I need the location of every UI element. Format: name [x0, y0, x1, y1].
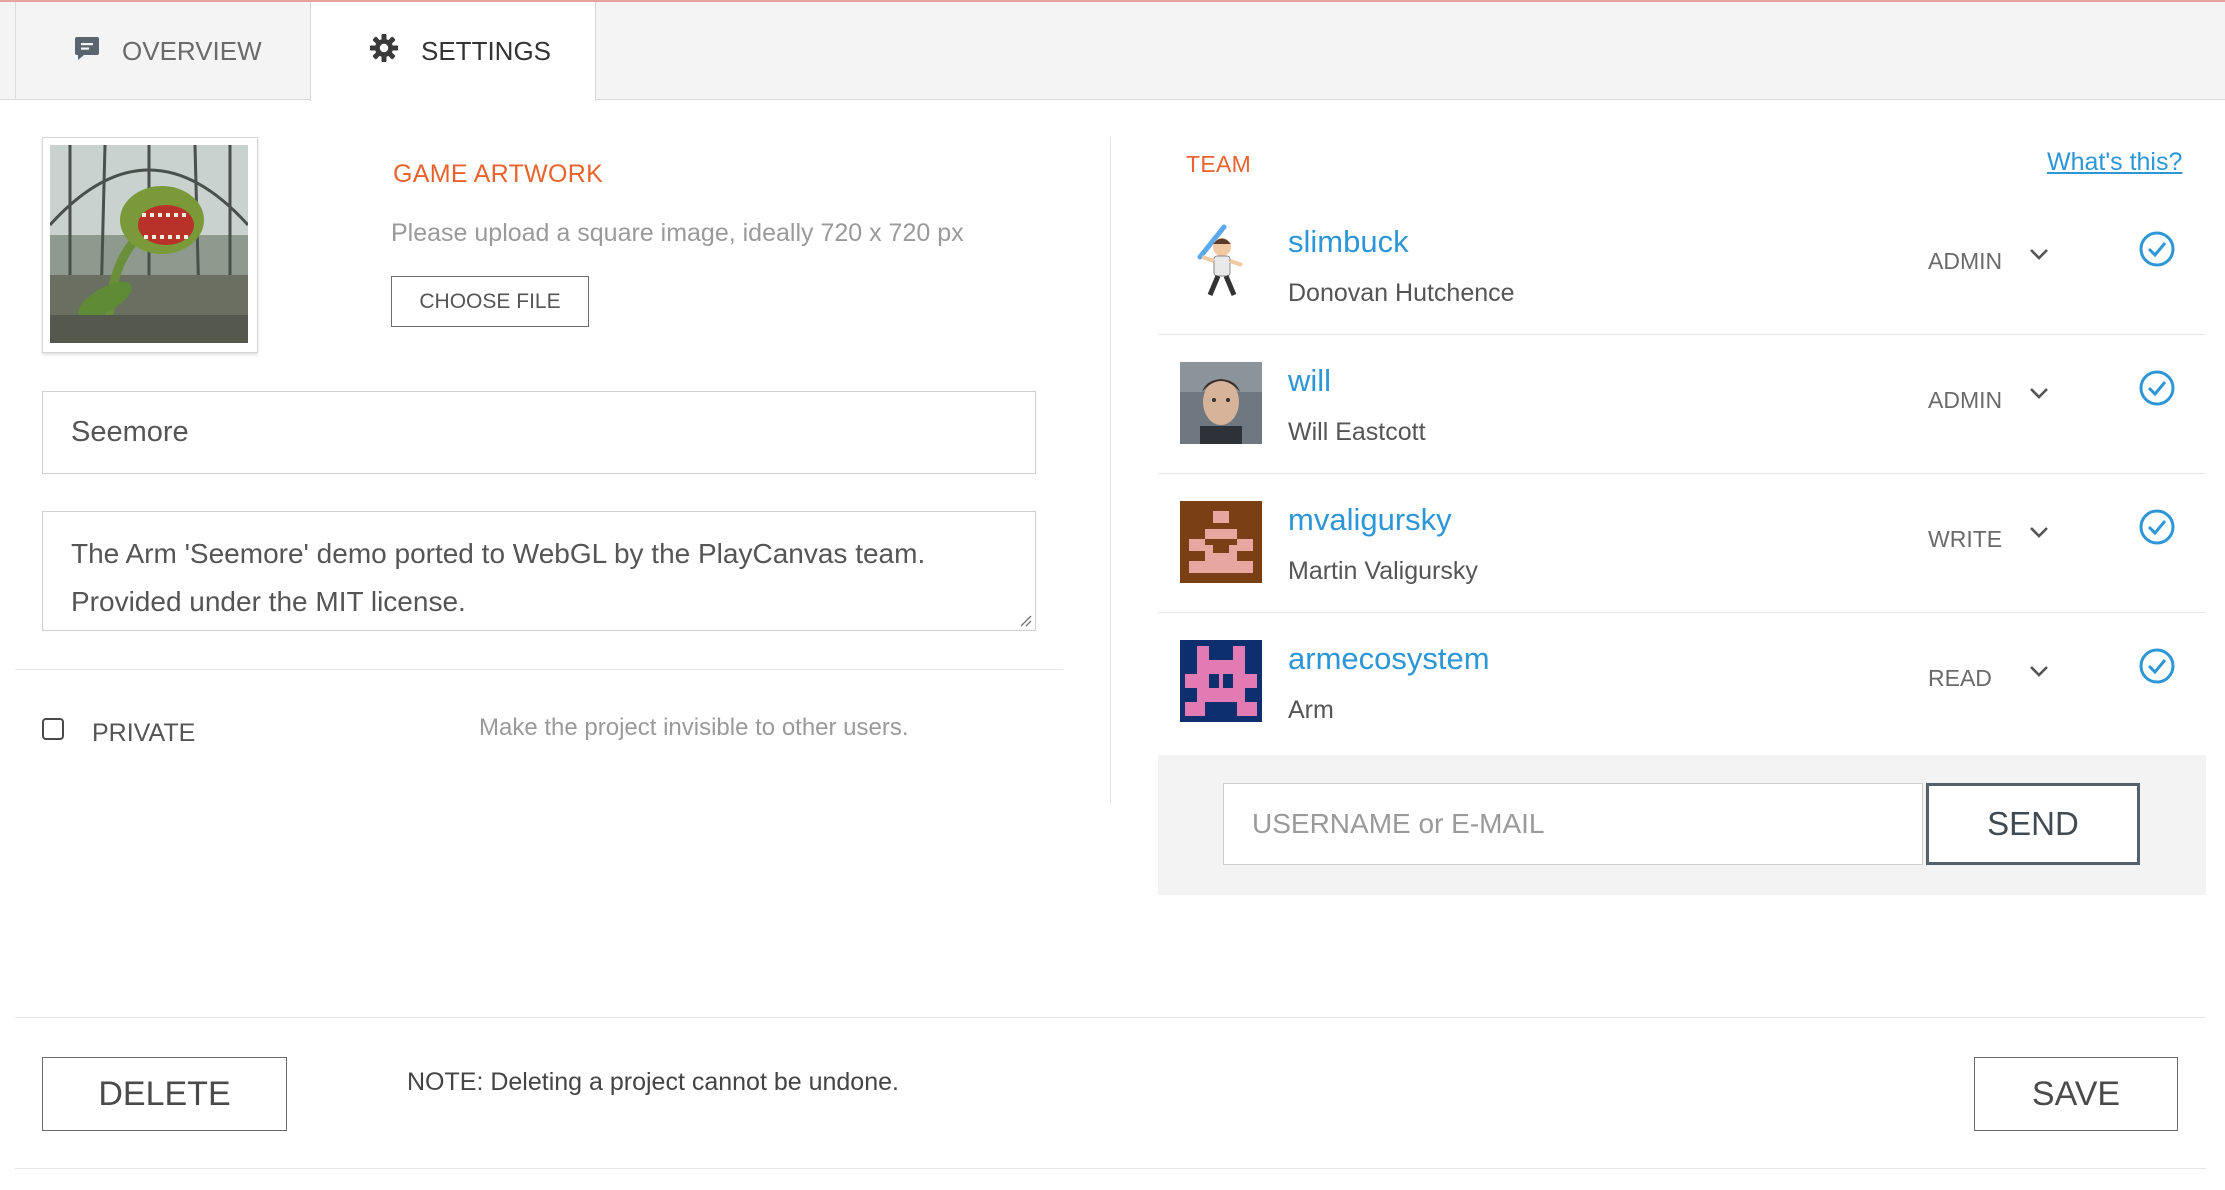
- check-circle-icon[interactable]: [2138, 369, 2176, 407]
- role-dropdown[interactable]: WRITE: [1928, 519, 2068, 559]
- role-value: ADMIN: [1928, 386, 2003, 413]
- game-artwork-title: GAME ARTWORK: [393, 160, 604, 188]
- team-member-row: slimbuck Donovan Hutchence ADMIN: [1158, 196, 2206, 335]
- role-value: READ: [1928, 664, 1992, 691]
- check-circle-icon[interactable]: [2138, 508, 2176, 546]
- delete-note: NOTE: Deleting a project cannot be undon…: [407, 1068, 899, 1096]
- left-section-divider: [15, 669, 1063, 670]
- tab-bar: OVERVIEW SETTINGS: [0, 2, 2225, 101]
- team-title: TEAM: [1186, 151, 1252, 177]
- project-description-value: The Arm 'Seemore' demo ported to WebGL b…: [71, 538, 926, 617]
- bottom-divider: [15, 1168, 2206, 1169]
- column-divider: [1110, 137, 1111, 805]
- team-member-name: Donovan Hutchence: [1288, 279, 1515, 307]
- team-member-username[interactable]: slimbuck: [1288, 224, 1409, 260]
- gear-icon: [369, 33, 399, 70]
- team-member-name: Martin Valigursky: [1288, 557, 1478, 585]
- team-member-name: Arm: [1288, 696, 1334, 724]
- role-dropdown[interactable]: ADMIN: [1928, 241, 2068, 281]
- team-member-row: mvaligursky Martin Valigursky WRITE: [1158, 474, 2206, 613]
- resize-handle-icon[interactable]: [1020, 615, 1032, 627]
- avatar: [1180, 362, 1262, 444]
- chevron-down-icon: [2030, 527, 2048, 538]
- choose-file-button[interactable]: CHOOSE FILE: [391, 276, 589, 327]
- project-description-textarea[interactable]: The Arm 'Seemore' demo ported to WebGL b…: [42, 511, 1036, 631]
- game-artwork-thumbnail[interactable]: [42, 137, 258, 353]
- avatar: [1180, 640, 1262, 722]
- team-member-username[interactable]: will: [1288, 363, 1331, 399]
- tab-settings[interactable]: SETTINGS: [310, 2, 596, 101]
- project-name-value: Seemore: [71, 416, 189, 448]
- send-invite-button[interactable]: SEND: [1926, 783, 2140, 865]
- team-member-row: armecosystem Arm READ: [1158, 613, 2206, 752]
- speech-bubble-icon: [74, 35, 100, 68]
- avatar: [1180, 223, 1262, 305]
- chevron-down-icon: [2030, 666, 2048, 677]
- invite-panel: SEND: [1158, 755, 2206, 895]
- invite-username-input[interactable]: [1223, 783, 1923, 865]
- project-name-input[interactable]: Seemore: [42, 391, 1036, 474]
- role-dropdown[interactable]: ADMIN: [1928, 380, 2068, 420]
- check-circle-icon[interactable]: [2138, 230, 2176, 268]
- chevron-down-icon: [2030, 249, 2048, 260]
- private-checkbox[interactable]: [42, 718, 64, 740]
- team-member-username[interactable]: armecosystem: [1288, 641, 1490, 677]
- artwork-size-hint: Please upload a square image, ideally 72…: [391, 219, 964, 247]
- private-hint: Make the project invisible to other user…: [479, 714, 909, 741]
- team-member-username[interactable]: mvaligursky: [1288, 502, 1452, 538]
- tab-overview[interactable]: OVERVIEW: [15, 2, 310, 100]
- tab-settings-label: SETTINGS: [421, 36, 552, 66]
- team-member-name: Will Eastcott: [1288, 418, 1426, 446]
- team-member-row: will Will Eastcott ADMIN: [1158, 335, 2206, 474]
- save-button[interactable]: SAVE: [1974, 1057, 2178, 1131]
- role-value: ADMIN: [1928, 247, 2003, 274]
- chevron-down-icon: [2030, 388, 2048, 399]
- avatar: [1180, 501, 1262, 583]
- role-dropdown[interactable]: READ: [1928, 658, 2068, 698]
- role-value: WRITE: [1928, 525, 2003, 552]
- footer-divider: [15, 1017, 2206, 1018]
- check-circle-icon[interactable]: [2138, 647, 2176, 685]
- delete-button[interactable]: DELETE: [42, 1057, 287, 1131]
- whats-this-link[interactable]: What's this?: [2047, 148, 2182, 177]
- private-label: PRIVATE: [92, 719, 196, 747]
- tab-overview-label: OVERVIEW: [122, 35, 262, 66]
